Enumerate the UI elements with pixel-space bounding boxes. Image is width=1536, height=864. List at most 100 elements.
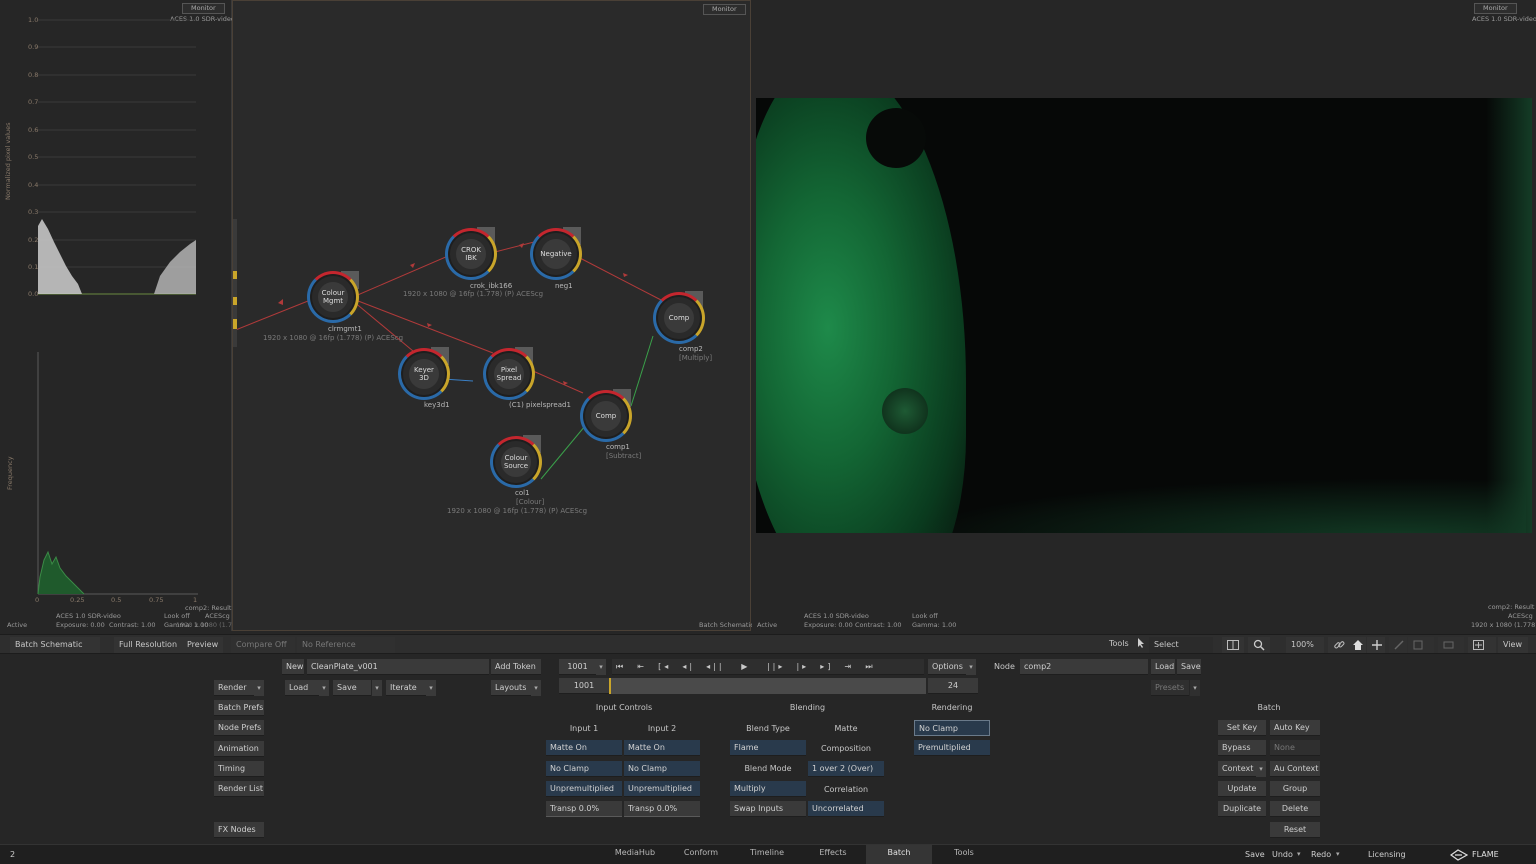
batch-schematic-button[interactable]: Batch Schematic <box>10 637 100 653</box>
pan-icon[interactable] <box>1367 637 1385 653</box>
transport-controls[interactable]: ⏮ ⇤ [◂ ◂| ◂|| ▶ ||▸ |▸ ▸] ⇥ ⏭ <box>612 659 924 675</box>
link-icon[interactable] <box>1328 637 1348 653</box>
undo-dropdown-icon[interactable]: ▾ <box>1297 850 1301 858</box>
go-start-icon[interactable]: ⏮ <box>616 662 626 671</box>
view-button[interactable]: View <box>1498 637 1528 653</box>
node-pixel-spread[interactable]: Pixel Spread <box>488 353 530 395</box>
tab-mediahub[interactable]: MediaHub <box>612 845 658 864</box>
node-load-button[interactable]: Load <box>1151 659 1175 675</box>
overlay-icon[interactable] <box>1438 637 1464 653</box>
layouts-button[interactable]: Layouts <box>491 680 531 696</box>
step-fwd-icon[interactable]: ||▸ <box>767 662 785 671</box>
node-comp2[interactable]: Comp <box>658 297 700 339</box>
blend-mode-select[interactable]: Multiply <box>730 781 806 797</box>
fx-nodes-button[interactable]: FX Nodes <box>214 822 264 838</box>
safe-frame-icon[interactable] <box>1468 637 1496 653</box>
out-point-icon[interactable]: ▸] <box>820 662 833 671</box>
group-button[interactable]: Group <box>1270 781 1320 797</box>
picker-icon[interactable] <box>1389 637 1407 653</box>
no-reference-button[interactable]: No Reference <box>297 637 395 653</box>
batch-prefs-button[interactable]: Batch Prefs <box>214 700 264 716</box>
duplicate-button[interactable]: Duplicate <box>1218 801 1266 817</box>
input2-matte-on[interactable]: Matte On <box>624 740 700 756</box>
viewer-monitor-button[interactable]: Monitor <box>1474 3 1517 14</box>
node-colour-source[interactable]: Colour Source <box>495 441 537 483</box>
compare-off-button[interactable]: Compare Off <box>231 637 295 653</box>
step-back-icon[interactable]: ◂|| <box>706 662 724 671</box>
render-dropdown-icon[interactable]: ▾ <box>254 680 264 696</box>
save-button[interactable]: Save <box>333 680 371 696</box>
node-crok-ibk[interactable]: CROK IBK <box>450 233 492 275</box>
redo-dropdown-icon[interactable]: ▾ <box>1336 850 1340 858</box>
node-comp1[interactable]: Comp <box>585 395 627 437</box>
tab-effects[interactable]: Effects <box>813 845 853 864</box>
next-frame-icon[interactable]: |▸ <box>796 662 809 671</box>
input2-transparency[interactable]: Transp 0.0% <box>624 801 700 817</box>
tab-conform[interactable]: Conform <box>680 845 722 864</box>
viewer-image[interactable] <box>756 98 1532 533</box>
bypass-button[interactable]: Bypass <box>1218 740 1266 756</box>
options-dropdown-icon[interactable]: ▾ <box>966 659 976 675</box>
premultiplied-button[interactable]: Premultiplied <box>914 740 990 756</box>
context-dropdown-icon[interactable]: ▾ <box>1256 761 1266 777</box>
frame-dropdown-icon[interactable]: ▾ <box>596 659 606 675</box>
input2-unpremultiplied[interactable]: Unpremultiplied <box>624 781 700 797</box>
viewer-panel[interactable]: Monitor ACES 1.0 SDR-video Active ACES 1… <box>752 0 1536 631</box>
save-dropdown-icon[interactable]: ▾ <box>372 680 382 696</box>
input2-no-clamp[interactable]: No Clamp <box>624 761 700 777</box>
node-prefs-button[interactable]: Node Prefs <box>214 720 264 736</box>
rendering-no-clamp[interactable]: No Clamp <box>914 720 990 736</box>
update-button[interactable]: Update <box>1218 781 1266 797</box>
animation-button[interactable]: Animation <box>214 741 264 757</box>
layouts-dropdown-icon[interactable]: ▾ <box>531 680 541 696</box>
set-key-button[interactable]: Set Key <box>1218 720 1266 736</box>
context-button[interactable]: Context <box>1218 761 1256 777</box>
render-button[interactable]: Render <box>214 680 254 696</box>
frame-field[interactable]: 1001 <box>559 659 596 675</box>
tab-batch[interactable]: Batch <box>866 845 932 864</box>
status-licensing-button[interactable]: Licensing <box>1368 850 1406 859</box>
presets-dropdown-icon[interactable]: ▾ <box>1190 680 1200 696</box>
search-icon[interactable] <box>1248 637 1270 653</box>
tab-tools[interactable]: Tools <box>944 845 984 864</box>
home-icon[interactable] <box>1348 637 1366 653</box>
auto-key-button[interactable]: Auto Key <box>1270 720 1320 736</box>
input1-matte-on[interactable]: Matte On <box>546 740 622 756</box>
add-token-button[interactable]: Add Token <box>491 659 541 675</box>
input1-no-clamp[interactable]: No Clamp <box>546 761 622 777</box>
next-key-icon[interactable]: ⇥ <box>845 662 855 671</box>
full-resolution-button[interactable]: Full Resolution <box>114 637 183 653</box>
split-view-icon[interactable] <box>1222 637 1244 653</box>
go-end-icon[interactable]: ⏭ <box>865 662 875 671</box>
status-undo-button[interactable]: Undo <box>1272 850 1293 859</box>
new-button[interactable]: New <box>282 659 304 675</box>
node-colour-mgmt[interactable]: Colour Mgmt <box>312 276 354 318</box>
transform-icon[interactable] <box>1408 637 1434 653</box>
select-tool-button[interactable]: Select <box>1149 637 1213 653</box>
timebar[interactable] <box>609 678 926 694</box>
range-end-field[interactable]: 24 <box>928 678 978 694</box>
node-negative[interactable]: Negative <box>535 233 577 275</box>
zoom-select[interactable]: 100% <box>1286 637 1324 653</box>
input1-unpremultiplied[interactable]: Unpremultiplied <box>546 781 622 797</box>
node-keyer-3d[interactable]: Keyer 3D <box>403 353 445 395</box>
correlation-select[interactable]: Uncorrelated <box>808 801 884 817</box>
batch-schematic-panel[interactable]: Monitor Colour Mgmt clrmgmt1 1920 x 1080… <box>232 0 754 631</box>
in-point-icon[interactable]: [◂ <box>658 662 671 671</box>
load-button[interactable]: Load <box>285 680 319 696</box>
status-redo-button[interactable]: Redo <box>1311 850 1331 859</box>
bypass-none-field[interactable]: None <box>1270 740 1320 756</box>
presets-button[interactable]: Presets <box>1151 680 1189 696</box>
timing-button[interactable]: Timing <box>214 761 264 777</box>
flame-blend-button[interactable]: Flame <box>730 740 806 756</box>
swap-inputs-button[interactable]: Swap Inputs <box>730 801 806 817</box>
prev-key-icon[interactable]: ⇤ <box>637 662 647 671</box>
delete-button[interactable]: Delete <box>1270 801 1320 817</box>
node-name-field[interactable]: comp2 <box>1020 659 1148 675</box>
node-save-button[interactable]: Save <box>1177 659 1201 675</box>
render-list-button[interactable]: Render List <box>214 781 264 797</box>
batch-name-field[interactable]: CleanPlate_v001 <box>307 659 489 675</box>
tab-timeline[interactable]: Timeline <box>745 845 789 864</box>
load-dropdown-icon[interactable]: ▾ <box>319 680 329 696</box>
range-start-field[interactable]: 1001 <box>559 678 609 694</box>
